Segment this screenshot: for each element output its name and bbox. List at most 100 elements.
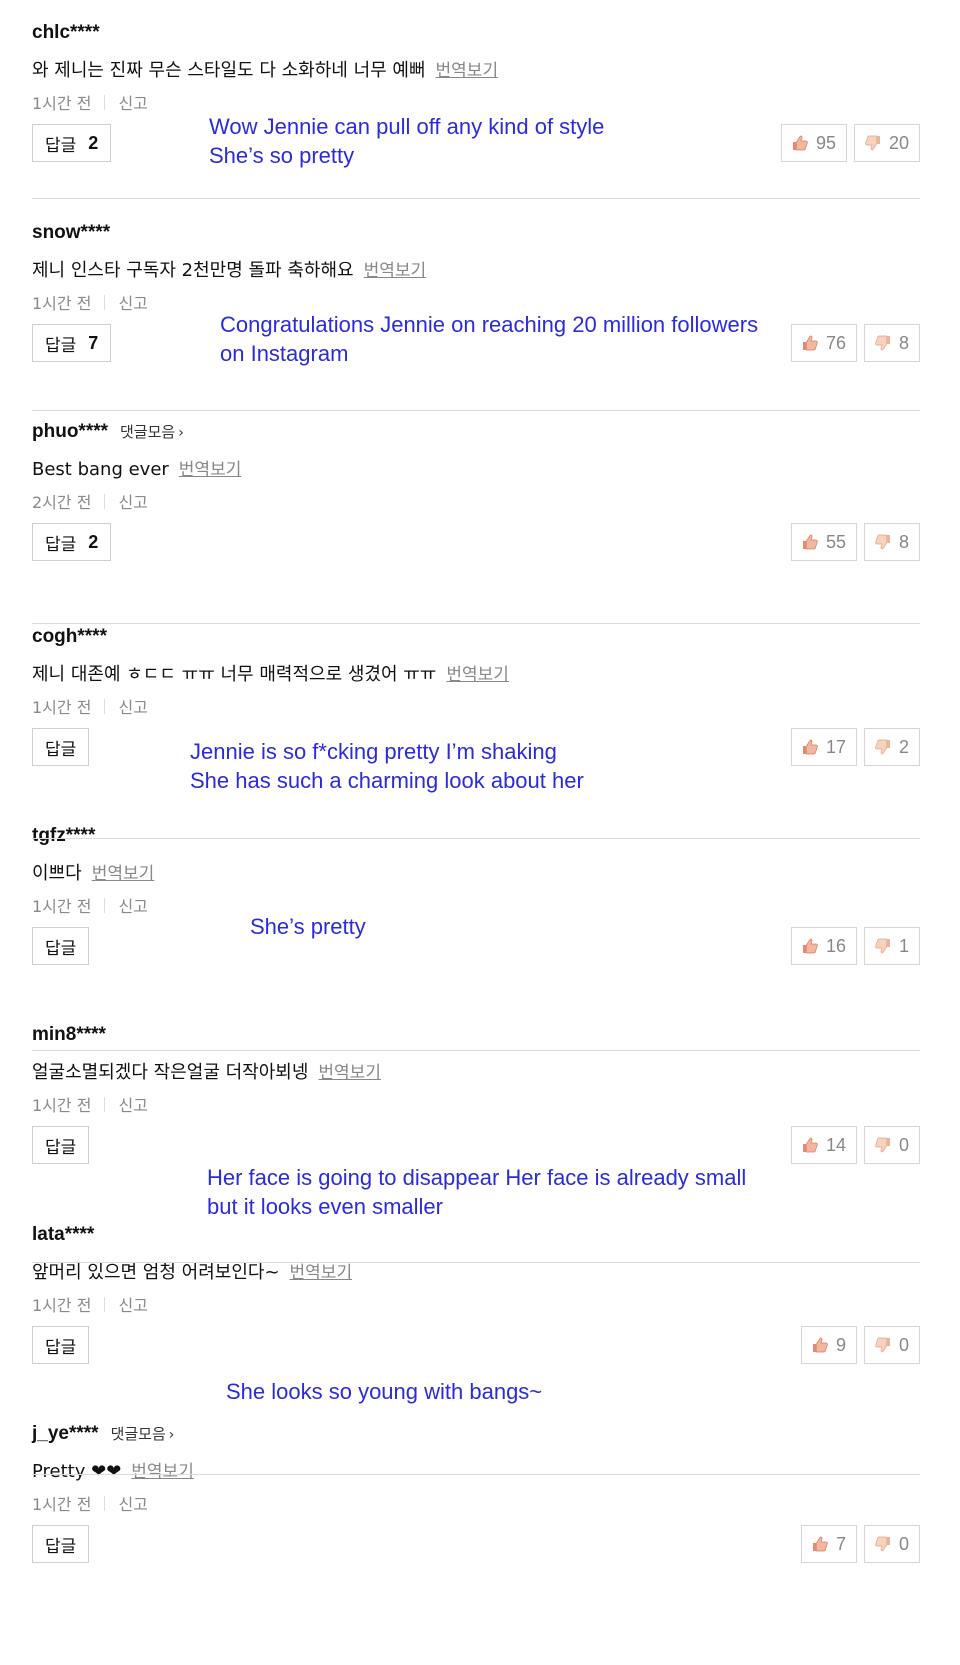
thumbs-down-icon	[875, 938, 890, 954]
meta-divider	[104, 1296, 106, 1312]
comment-separator	[32, 838, 920, 839]
dislike-button[interactable]: 8	[863, 324, 920, 362]
dislike-button[interactable]: 20	[853, 124, 920, 162]
translate-link[interactable]: 번역보기	[179, 455, 242, 480]
translation-overlay: Jennie is so f*cking pretty I’m shaking S…	[190, 737, 584, 795]
vote-buttons: 90	[800, 1326, 920, 1364]
thumbs-up-icon	[802, 938, 818, 954]
like-count: 9	[835, 1334, 846, 1355]
username[interactable]: snow****	[32, 222, 110, 244]
like-button[interactable]: 17	[790, 728, 857, 766]
reply-button[interactable]: 답글 7	[32, 324, 112, 362]
comment-separator	[32, 198, 920, 199]
dislike-button[interactable]: 0	[863, 1525, 920, 1563]
report-link[interactable]: 신고	[118, 290, 147, 314]
like-count: 7	[835, 1533, 846, 1554]
translate-link[interactable]: 번역보기	[436, 56, 499, 81]
dislike-button[interactable]: 0	[863, 1126, 920, 1164]
thumbs-up-icon	[802, 335, 818, 351]
thumbs-up-icon	[802, 534, 818, 550]
translate-link[interactable]: 번역보기	[131, 1457, 194, 1482]
thumbs-down-icon	[875, 739, 890, 755]
like-button[interactable]: 95	[780, 124, 847, 162]
reply-button[interactable]: 답글 2	[32, 124, 112, 162]
dislike-button[interactable]: 0	[863, 1326, 920, 1364]
dislike-button[interactable]: 2	[863, 728, 920, 766]
report-link[interactable]: 신고	[118, 1491, 147, 1515]
comment-text: 와 제니는 진짜 무슨 스타일도 다 소화하네 너무 예뻐	[32, 60, 426, 81]
thumbs-down-icon	[875, 1137, 890, 1153]
like-button[interactable]: 9	[800, 1326, 857, 1364]
comment-header: cogh****	[32, 626, 107, 652]
like-button[interactable]: 55	[790, 523, 857, 561]
like-count: 16	[825, 935, 846, 956]
comment-meta: 1시간 전 신고	[32, 694, 148, 718]
vote-buttons: 95 20	[780, 124, 920, 162]
translate-link[interactable]: 번역보기	[92, 859, 155, 884]
translate-link[interactable]: 번역보기	[318, 1058, 381, 1083]
reply-button[interactable]: 답글	[32, 728, 90, 766]
report-link[interactable]: 신고	[118, 893, 147, 917]
thumbs-up-icon	[812, 1536, 828, 1552]
report-link[interactable]: 신고	[118, 694, 147, 718]
translation-line: Her face is going to disappear Her face …	[207, 1165, 747, 1190]
comment-header: lata****	[32, 1224, 94, 1250]
reply-button[interactable]: 답글	[32, 927, 90, 965]
reply-button[interactable]: 답글 2	[32, 523, 112, 561]
translation-overlay: Congratulations Jennie on reaching 20 mi…	[220, 310, 758, 368]
like-button[interactable]: 76	[790, 324, 857, 362]
comment-separator	[32, 623, 920, 624]
report-link[interactable]: 신고	[118, 1092, 147, 1116]
username[interactable]: lata****	[32, 1224, 94, 1246]
thumbs-up-icon	[802, 739, 818, 755]
meta-divider	[104, 294, 106, 310]
username[interactable]: min8****	[32, 1024, 106, 1046]
username[interactable]: phuo****	[32, 421, 108, 443]
dislike-button[interactable]: 8	[863, 523, 920, 561]
comment-item: j_ye**** 댓글모음 › Pretty ❤❤ 번역보기 1시간 전 신고 답글 7 0	[32, 1423, 920, 1573]
thumbs-down-icon	[875, 1337, 890, 1353]
report-link[interactable]: 신고	[118, 1292, 147, 1316]
comment-meta: 1시간 전 신고	[32, 1292, 148, 1316]
translation-line: She’s pretty	[250, 914, 366, 939]
comment-time: 2시간 전	[32, 493, 92, 512]
comment-item: lata**** 앞머리 있으면 엄청 어려보인다~ 번역보기 1시간 전 신고 답글 9 0	[32, 1224, 920, 1374]
like-count: 55	[825, 531, 846, 552]
comment-time: 1시간 전	[32, 1096, 92, 1115]
translate-link[interactable]: 번역보기	[446, 660, 509, 685]
translate-link[interactable]: 번역보기	[364, 256, 427, 281]
reply-count: 2	[88, 132, 99, 153]
comment-collection-link[interactable]: 댓글모음 ›	[111, 1423, 175, 1444]
translation-line: on Instagram	[220, 341, 349, 366]
like-button[interactable]: 16	[790, 927, 857, 965]
vote-buttons: 76 8	[790, 324, 920, 362]
reply-button[interactable]: 답글	[32, 1126, 90, 1164]
reply-button[interactable]: 답글	[32, 1525, 90, 1563]
dislike-count: 1	[898, 935, 909, 956]
username[interactable]: tgfz****	[32, 825, 95, 847]
username[interactable]: chlc****	[32, 22, 100, 44]
translation-line: She looks so young with bangs~	[226, 1379, 543, 1404]
vote-buttons: 70	[800, 1525, 920, 1563]
comment-body: 제니 대존예 ㅎㄷㄷ ㅠㅠ 너무 매력적으로 생겼어 ㅠㅠ 번역보기	[32, 660, 509, 688]
report-link[interactable]: 신고	[118, 90, 147, 114]
translation-overlay: She’s pretty	[250, 912, 366, 941]
thumbs-down-icon	[865, 135, 880, 151]
dislike-count: 8	[898, 332, 909, 353]
report-link[interactable]: 신고	[118, 489, 147, 513]
like-count: 76	[825, 332, 846, 353]
comment-separator	[32, 410, 920, 411]
like-button[interactable]: 14	[790, 1126, 857, 1164]
username[interactable]: cogh****	[32, 626, 107, 648]
comment-text: 제니 인스타 구독자 2천만명 돌파 축하해요	[32, 260, 354, 281]
reply-button[interactable]: 답글	[32, 1326, 90, 1364]
like-button[interactable]: 7	[800, 1525, 857, 1563]
comment-time: 1시간 전	[32, 698, 92, 717]
comment-header: phuo**** 댓글모음 ›	[32, 421, 184, 447]
username[interactable]: j_ye****	[32, 1423, 99, 1445]
comment-collection-link[interactable]: 댓글모음 ›	[120, 421, 184, 442]
comment-separator	[32, 1262, 920, 1263]
dislike-button[interactable]: 1	[863, 927, 920, 965]
comment-item: phuo**** 댓글모음 › Best bang ever 번역보기 2시간 전 신고 답글…	[32, 421, 920, 571]
vote-buttons: 16 1	[790, 927, 920, 965]
